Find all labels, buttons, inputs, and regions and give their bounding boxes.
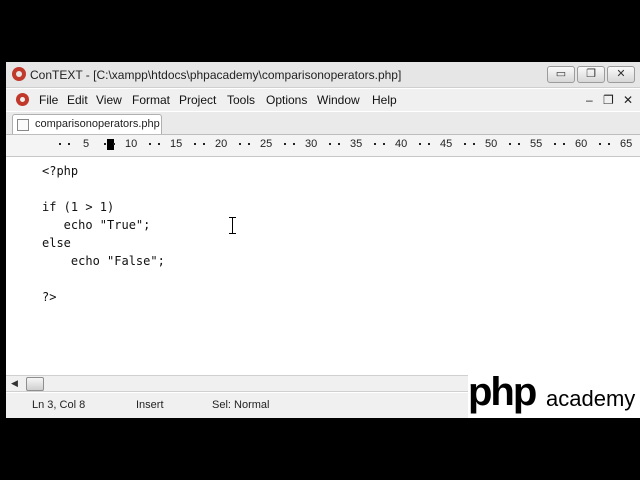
ruler-tick (248, 143, 250, 145)
ruler-tick (284, 143, 286, 145)
ruler-label-15: 15 (170, 138, 183, 150)
ruler-tick (554, 143, 556, 145)
ruler-label-35: 35 (350, 138, 363, 150)
ruler-label-65: 65 (620, 138, 633, 150)
scrollbar-thumb[interactable] (26, 377, 44, 391)
status-selection-mode: Sel: Normal (212, 399, 270, 411)
ruler-tick (608, 143, 610, 145)
ruler-tick (428, 143, 430, 145)
code-line-1: <?php (42, 164, 79, 178)
ruler-label-45: 45 (440, 138, 453, 150)
document-minimize-button[interactable]: – (586, 93, 593, 107)
ibeam-cursor-icon (229, 217, 236, 234)
ruler-label-60: 60 (575, 138, 588, 150)
phpacademy-logo: php academy (468, 370, 640, 418)
maximize-button[interactable]: ❐ (577, 66, 605, 83)
document-menu-icon[interactable] (16, 93, 29, 106)
code-line-3: if (1 > 1) (42, 200, 115, 214)
menu-project[interactable]: Project (179, 93, 216, 107)
file-icon (17, 119, 29, 131)
code-editor[interactable]: <?php if (1 > 1) echo "True"; else echo … (6, 157, 640, 376)
logo-academy-text: academy (546, 386, 636, 411)
menu-file[interactable]: File (39, 93, 58, 107)
code-line-5: else (42, 236, 71, 250)
ruler-tick (599, 143, 601, 145)
ruler-tick (293, 143, 295, 145)
ruler-label-40: 40 (395, 138, 408, 150)
ruler-tick (194, 143, 196, 145)
tab-comparisonoperators[interactable]: comparisonoperators.php (12, 114, 162, 134)
ruler-label-30: 30 (305, 138, 318, 150)
ruler-tick (113, 143, 115, 145)
ruler-label-25: 25 (260, 138, 273, 150)
code-line-6: echo "False"; (42, 254, 165, 268)
minimize-button[interactable]: ▭ (547, 66, 575, 83)
ruler-tick (518, 143, 520, 145)
menu-format[interactable]: Format (132, 93, 170, 107)
menu-bar: File Edit View Format Project Tools Opti… (6, 89, 640, 111)
document-close-button[interactable]: ✕ (623, 93, 633, 107)
column-ruler: 5 10 15 20 25 30 35 40 45 50 55 60 65 (6, 135, 640, 157)
ruler-tick (239, 143, 241, 145)
tab-bar: comparisonoperators.php (6, 112, 640, 135)
contex-window: ConTEXT - [C:\xampp\htdocs\phpacademy\co… (6, 62, 640, 418)
status-position: Ln 3, Col 8 (32, 399, 86, 411)
ruler-tick (464, 143, 466, 145)
ruler-tick (104, 143, 106, 145)
context-app-icon[interactable] (12, 67, 26, 81)
logo-php-text: php (468, 370, 537, 414)
ruler-tick (509, 143, 511, 145)
status-insert-mode: Insert (136, 399, 164, 411)
menu-view[interactable]: View (96, 93, 122, 107)
menu-help[interactable]: Help (372, 93, 397, 107)
close-button[interactable]: ✕ (607, 66, 635, 83)
ruler-label-5: 5 (83, 138, 90, 150)
ruler-tick (59, 143, 61, 145)
ruler-label-20: 20 (215, 138, 228, 150)
ruler-tick (149, 143, 151, 145)
ruler-tick (383, 143, 385, 145)
title-bar: ConTEXT - [C:\xampp\htdocs\phpacademy\co… (6, 62, 640, 88)
ruler-tick (374, 143, 376, 145)
ruler-label-10: 10 (125, 138, 138, 150)
ruler-tick (473, 143, 475, 145)
ruler-tick (563, 143, 565, 145)
ruler-tick (329, 143, 331, 145)
ruler-tick (338, 143, 340, 145)
tab-label: comparisonoperators.php (35, 118, 160, 130)
ruler-label-55: 55 (530, 138, 543, 150)
document-restore-button[interactable]: ❐ (603, 93, 614, 107)
menu-window[interactable]: Window (317, 93, 360, 107)
ruler-tick (158, 143, 160, 145)
window-title: ConTEXT - [C:\xampp\htdocs\phpacademy\co… (30, 68, 402, 82)
ruler-tick (68, 143, 70, 145)
menu-tools[interactable]: Tools (227, 93, 255, 107)
ruler-label-50: 50 (485, 138, 498, 150)
ruler-tick (419, 143, 421, 145)
menu-edit[interactable]: Edit (67, 93, 88, 107)
scroll-left-icon[interactable]: ◀ (11, 378, 18, 389)
menu-options[interactable]: Options (266, 93, 307, 107)
code-line-8: ?> (42, 290, 57, 304)
code-line-4: echo "True"; (42, 218, 151, 232)
ruler-tick (203, 143, 205, 145)
